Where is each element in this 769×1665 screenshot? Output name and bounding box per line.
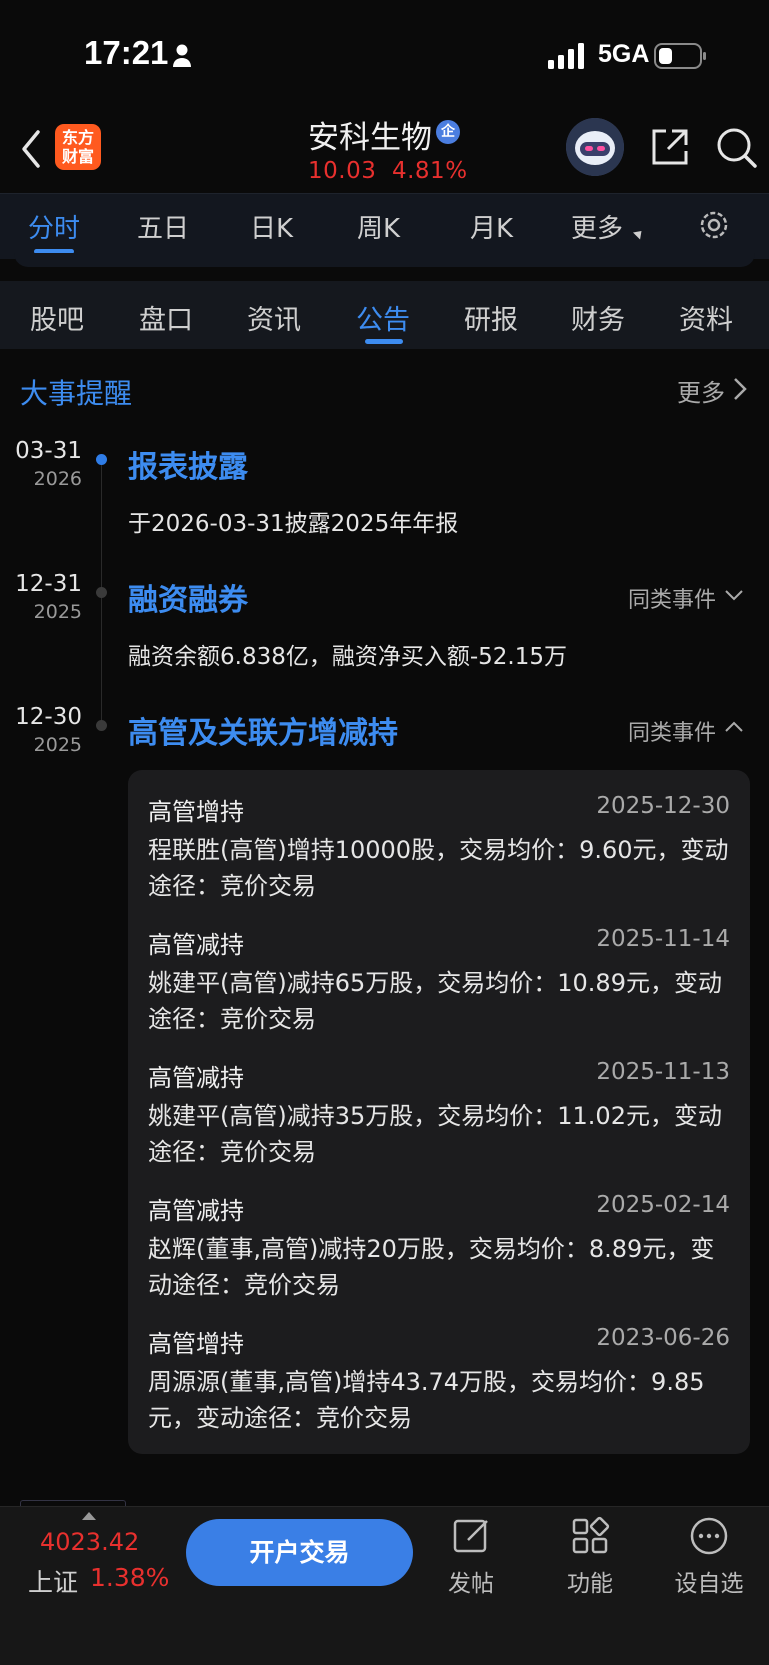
record-desc: 姚建平(高管)减持65万股，交易均价：10.89元，变动途径：竞价交易 (148, 969, 722, 1033)
functions-label[interactable]: 功能 (540, 1564, 640, 1598)
chart-area-edge (14, 253, 755, 267)
event-year: 2026 (33, 468, 82, 490)
tab-forum[interactable]: 股吧 (30, 298, 84, 337)
tab-announcements[interactable]: 公告 (356, 298, 410, 337)
record-date: 2025-11-13 (596, 1059, 730, 1085)
network-type: 5GA (598, 40, 650, 68)
record-desc: 姚建平(高管)减持35万股，交易均价：11.02元，变动途径：竞价交易 (148, 1102, 722, 1166)
price-change: 4.81% (391, 158, 468, 184)
similar-events-link[interactable]: 同类事件 (628, 715, 716, 747)
event-desc: 于2026-03-31披露2025年年报 (128, 511, 459, 537)
logo-text-1: 东方 (61, 128, 94, 147)
timeline-dot (96, 454, 107, 465)
event-year: 2025 (33, 734, 82, 756)
record-type: 高管增持 (148, 798, 244, 826)
open-account-trade-button[interactable]: 开户交易 (186, 1519, 413, 1586)
section-title: 大事提醒 (20, 377, 133, 410)
tab-research[interactable]: 研报 (464, 298, 518, 337)
signal-icon (548, 43, 584, 69)
tab-news[interactable]: 资讯 (247, 298, 301, 337)
event-date: 12-31 (15, 571, 82, 597)
tab-profile[interactable]: 资料 (679, 298, 733, 337)
record-type: 高管减持 (148, 1064, 244, 1092)
price-value: 10.03 (308, 158, 377, 184)
chevron-up-icon[interactable] (724, 720, 744, 734)
index-name[interactable]: 上证 (28, 1563, 78, 1599)
index-value[interactable]: 4023.42 (40, 1528, 139, 1556)
share-icon[interactable] (648, 125, 692, 169)
tab-underline (365, 339, 403, 344)
record-desc: 赵辉(董事,高管)减持20万股，交易均价：8.89元，变动途径：竞价交易 (148, 1235, 715, 1299)
watchlist-label[interactable]: 设自选 (659, 1564, 759, 1598)
info-tabs: 股吧 盘口 资讯 公告 研报 财务 资料 (0, 281, 769, 349)
back-icon[interactable] (16, 128, 46, 170)
tab-weekly-k[interactable]: 周K (357, 208, 400, 245)
stock-name: 安科生物 (308, 120, 432, 156)
logo-text-2: 财富 (61, 147, 94, 166)
similar-events-link[interactable]: 同类事件 (628, 582, 716, 614)
timeline-dot (96, 587, 107, 598)
event-date: 03-31 (15, 438, 82, 464)
tab-five-day[interactable]: 五日 (137, 208, 189, 245)
record-type: 高管减持 (148, 1197, 244, 1225)
record-type: 高管减持 (148, 931, 244, 959)
event-desc: 融资余额6.838亿，融资净买入额-52.15万 (128, 644, 567, 670)
more-link[interactable]: 更多 (677, 373, 725, 408)
tab-monthly-k[interactable]: 月K (470, 208, 513, 245)
event-title[interactable]: 高管及关联方增减持 (128, 708, 398, 752)
record-date: 2023-06-26 (596, 1325, 730, 1351)
chevron-down-icon[interactable] (724, 588, 744, 602)
chevron-right-icon[interactable] (733, 377, 747, 401)
holding-change-card: 高管增持 2025-12-30 程联胜(高管)增持10000股，交易均价：9.6… (128, 770, 750, 1454)
tab-daily-k[interactable]: 日K (250, 208, 293, 245)
robot-assistant-icon[interactable] (566, 118, 624, 176)
tab-intraday[interactable]: 分时 (28, 208, 80, 245)
stock-price: 10.03 4.81% (308, 158, 468, 184)
edit-post-icon[interactable] (452, 1516, 492, 1556)
event-date: 12-30 (15, 704, 82, 730)
record-type: 高管增持 (148, 1330, 244, 1358)
chart-tabs: 分时 五日 日K 周K 月K 更多 (0, 193, 769, 259)
more-triangle-icon (632, 227, 646, 240)
enterprise-badge: 企 (436, 120, 460, 144)
person-icon (173, 44, 191, 67)
event-title[interactable]: 融资融券 (128, 575, 248, 619)
grid-functions-icon[interactable] (570, 1516, 610, 1556)
tab-finance[interactable]: 财务 (571, 298, 625, 337)
record-date: 2025-11-14 (596, 926, 730, 952)
expand-arrow-icon[interactable] (82, 1512, 96, 1520)
post-label[interactable]: 发帖 (421, 1564, 521, 1598)
index-change[interactable]: 1.38% (90, 1563, 169, 1592)
battery-icon (654, 43, 706, 69)
record-desc: 程联胜(高管)增持10000股，交易均价：9.60元，变动途径：竞价交易 (148, 836, 729, 900)
tab-order-book[interactable]: 盘口 (139, 298, 193, 337)
tab-more[interactable]: 更多 (571, 208, 623, 245)
record-date: 2025-12-30 (596, 793, 730, 819)
event-year: 2025 (33, 601, 82, 623)
record-desc: 周源源(董事,高管)增持43.74万股，交易均价：9.85元，变动途径：竞价交易 (148, 1368, 705, 1432)
record-date: 2025-02-14 (596, 1192, 730, 1218)
status-time: 17:21 (84, 34, 169, 71)
gear-icon[interactable] (696, 207, 732, 243)
timeline-dot (96, 720, 107, 731)
search-icon[interactable] (714, 125, 758, 169)
event-title[interactable]: 报表披露 (128, 442, 248, 486)
more-circle-icon[interactable] (689, 1516, 729, 1556)
app-logo: 东方 财富 (55, 124, 101, 170)
